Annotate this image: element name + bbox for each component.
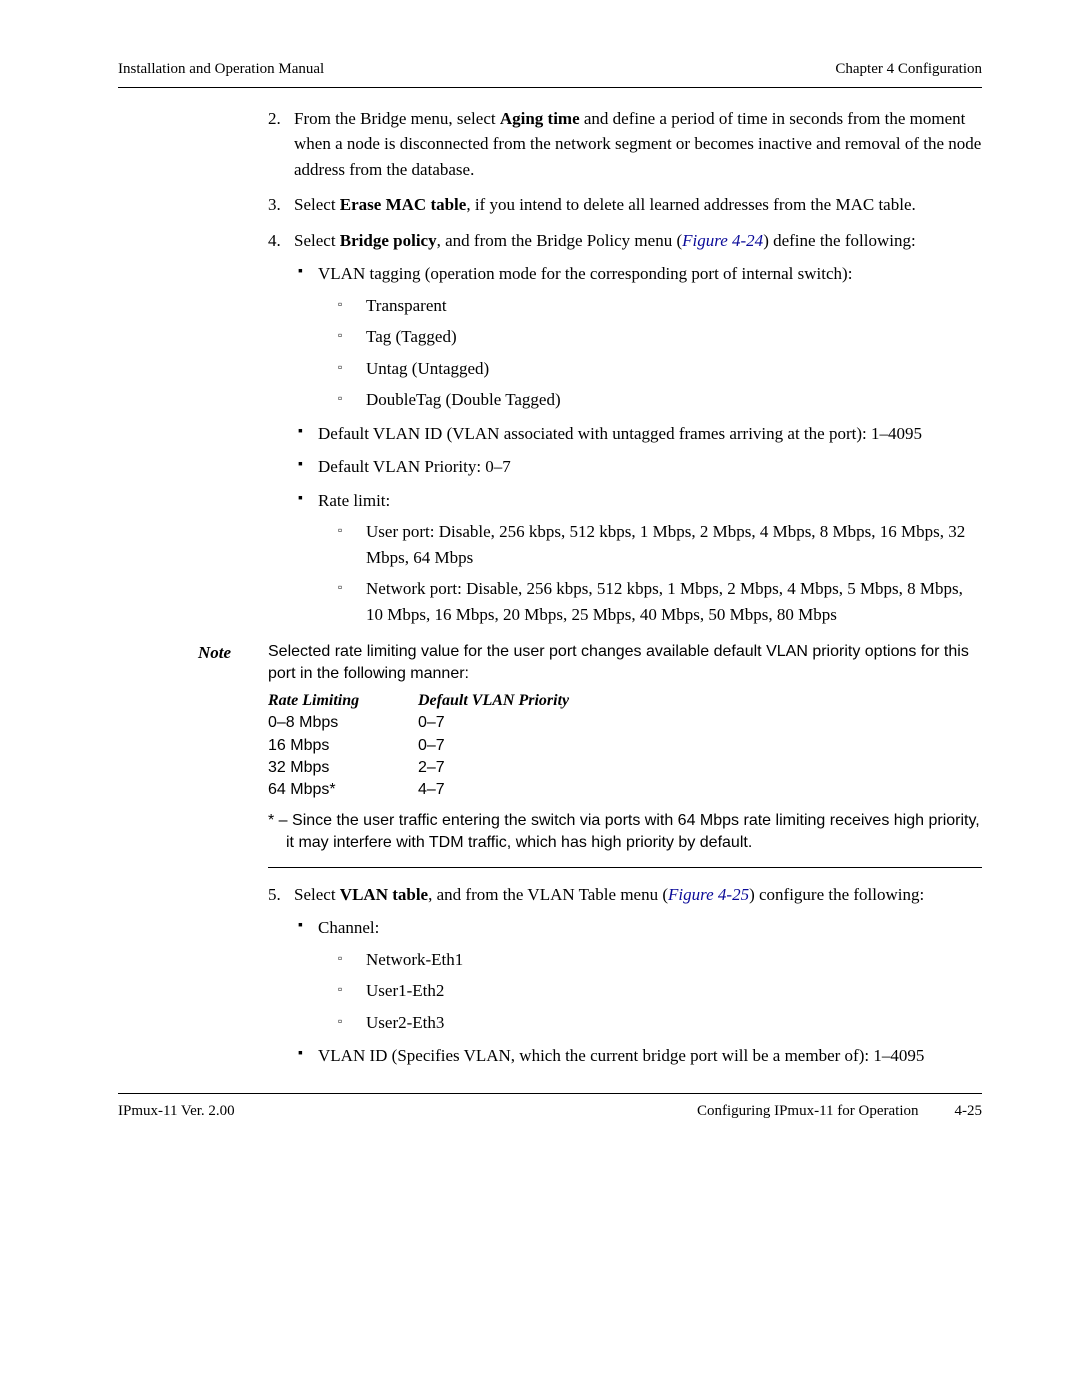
page-content: 2. From the Bridge menu, select Aging ti… <box>118 106 982 1069</box>
step-number: 2. <box>268 106 281 132</box>
table-row: 0–8 Mbps 0–7 <box>268 712 982 734</box>
footer-page-number: 4-25 <box>955 1100 983 1123</box>
note-block: Note Selected rate limiting value for th… <box>268 641 982 868</box>
table-header: Rate Limiting Default VLAN Priority <box>268 690 982 712</box>
note-table: Rate Limiting Default VLAN Priority 0–8 … <box>268 690 982 802</box>
sub-list: User port: Disable, 256 kbps, 512 kbps, … <box>338 519 982 627</box>
list-item: Default VLAN ID (VLAN associated with un… <box>294 421 982 447</box>
list-item: VLAN ID (Specifies VLAN, which the curre… <box>294 1043 982 1069</box>
list-item: User port: Disable, 256 kbps, 512 kbps, … <box>338 519 982 570</box>
page-header: Installation and Operation Manual Chapte… <box>118 58 982 88</box>
step-number: 5. <box>268 882 281 908</box>
list-item: DoubleTag (Double Tagged) <box>338 387 982 413</box>
col-header: Default VLAN Priority <box>418 690 982 712</box>
list-item: User2-Eth3 <box>338 1010 982 1036</box>
footer-left: IPmux-11 Ver. 2.00 <box>118 1100 235 1123</box>
step-number: 3. <box>268 192 281 218</box>
col-header: Rate Limiting <box>268 690 418 712</box>
header-right: Chapter 4 Configuration <box>835 58 982 81</box>
step-2: 2. From the Bridge menu, select Aging ti… <box>268 106 982 183</box>
page-footer: IPmux-11 Ver. 2.00 Configuring IPmux-11 … <box>118 1100 982 1123</box>
footer-rule: IPmux-11 Ver. 2.00 Configuring IPmux-11 … <box>118 1093 982 1123</box>
note-footnote: * – Since the user traffic entering the … <box>268 810 982 868</box>
list-item: Channel: Network-Eth1 User1-Eth2 User2-E… <box>294 915 982 1035</box>
table-row: 16 Mbps 0–7 <box>268 735 982 757</box>
table-row: 32 Mbps 2–7 <box>268 757 982 779</box>
bullet-list: Channel: Network-Eth1 User1-Eth2 User2-E… <box>294 915 982 1069</box>
figure-link[interactable]: Figure 4-24 <box>682 231 763 250</box>
sub-list: Transparent Tag (Tagged) Untag (Untagged… <box>338 293 982 413</box>
body-text: Select Erase MAC table, if you intend to… <box>294 195 916 214</box>
body-text: Select Bridge policy, and from the Bridg… <box>294 231 916 250</box>
list-item: Rate limit: User port: Disable, 256 kbps… <box>294 488 982 628</box>
step-5: 5. Select VLAN table, and from the VLAN … <box>268 882 982 1069</box>
note-intro: Selected rate limiting value for the use… <box>268 641 982 686</box>
list-item: Transparent <box>338 293 982 319</box>
list-item: Default VLAN Priority: 0–7 <box>294 454 982 480</box>
numbered-list: 2. From the Bridge menu, select Aging ti… <box>268 106 982 628</box>
list-item: User1-Eth2 <box>338 978 982 1004</box>
header-left: Installation and Operation Manual <box>118 58 324 81</box>
body-text: From the Bridge menu, select Aging time … <box>294 109 981 179</box>
step-number: 4. <box>268 228 281 254</box>
step-3: 3. Select Erase MAC table, if you intend… <box>268 192 982 218</box>
list-item: Network port: Disable, 256 kbps, 512 kbp… <box>338 576 982 627</box>
table-row: 64 Mbps* 4–7 <box>268 779 982 801</box>
note-label: Note <box>198 641 231 665</box>
sub-list: Network-Eth1 User1-Eth2 User2-Eth3 <box>338 947 982 1036</box>
list-item: Untag (Untagged) <box>338 356 982 382</box>
list-item: Tag (Tagged) <box>338 324 982 350</box>
body-text: Select VLAN table, and from the VLAN Tab… <box>294 885 924 904</box>
footer-center: Configuring IPmux-11 for Operation <box>697 1100 919 1123</box>
numbered-list-cont: 5. Select VLAN table, and from the VLAN … <box>268 882 982 1069</box>
figure-link[interactable]: Figure 4-25 <box>668 885 749 904</box>
step-4: 4. Select Bridge policy, and from the Br… <box>268 228 982 628</box>
list-item: VLAN tagging (operation mode for the cor… <box>294 261 982 413</box>
bullet-list: VLAN tagging (operation mode for the cor… <box>294 261 982 627</box>
list-item: Network-Eth1 <box>338 947 982 973</box>
